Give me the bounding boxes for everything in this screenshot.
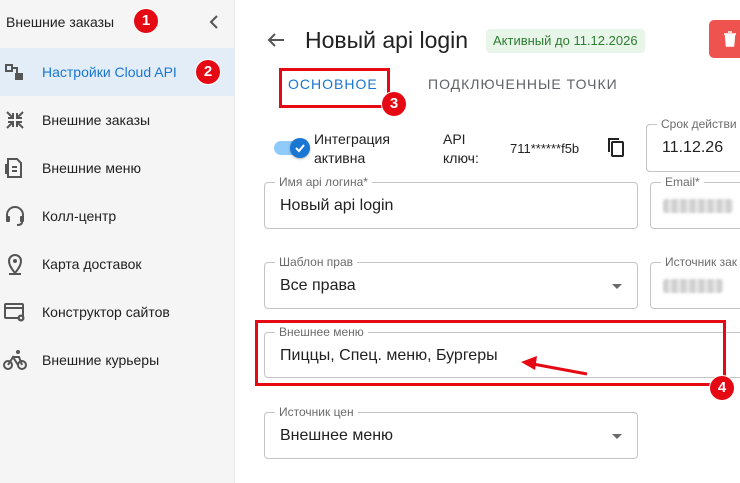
bicycle-courier-icon (3, 348, 27, 372)
external-menu-icon (3, 156, 27, 180)
price-source-label: Источник цен (275, 405, 358, 419)
toggle-thumb (290, 138, 310, 158)
annotation-badge-2: 2 (196, 60, 220, 84)
chevron-down-icon (612, 284, 622, 289)
price-source-value: Внешнее меню (280, 427, 394, 444)
annotation-badge-3: 3 (382, 92, 406, 116)
login-name-field[interactable]: Имя api логина* Новый api login (264, 175, 638, 229)
sidebar-item-label: Колл-центр (42, 208, 117, 224)
api-key-label: API ключ: (443, 131, 479, 166)
email-value-redacted (663, 199, 733, 213)
price-source-select[interactable]: Источник цен Внешнее меню (264, 405, 638, 459)
sidebar-title: Внешние заказы (6, 14, 115, 30)
login-name-label: Имя api логина* (275, 175, 372, 189)
integration-toggle[interactable] (274, 138, 310, 158)
status-badge: Активный до 11.12.2026 (486, 29, 645, 53)
check-icon (295, 144, 305, 153)
chevron-down-icon (612, 434, 622, 439)
annotation-arrow-icon (521, 356, 588, 376)
delete-button[interactable] (709, 20, 740, 58)
back-arrow-icon[interactable] (264, 28, 288, 52)
site-builder-icon (3, 300, 27, 324)
cloud-api-settings-icon (3, 60, 27, 84)
order-source-field[interactable]: Источник зак (650, 255, 740, 309)
annotation-badge-1: 1 (134, 9, 158, 33)
sidebar-item-external-orders[interactable]: Внешние заказы (0, 96, 235, 144)
page-title: Новый api login (305, 27, 469, 53)
annotation-highlight-tab (279, 68, 390, 108)
order-source-label: Источник зак (661, 255, 740, 269)
rights-template-label: Шаблон прав (275, 255, 357, 269)
email-label: Email* (661, 175, 704, 189)
trash-icon (724, 31, 736, 47)
annotation-highlight-external-menu (255, 320, 726, 386)
api-key-value: 711******f5b (510, 141, 580, 156)
map-pin-icon (3, 252, 27, 276)
sidebar-item-external-couriers[interactable]: Внешние курьеры (0, 336, 235, 384)
sidebar-item-external-menu[interactable]: Внешние меню (0, 144, 235, 192)
login-name-value: Новый api login (280, 197, 394, 214)
sidebar-item-delivery-map[interactable]: Карта доставок (0, 240, 235, 288)
rights-template-value: Все права (280, 277, 356, 294)
collapse-chevron-icon[interactable] (206, 13, 222, 31)
expiry-label: Срок действи (657, 117, 740, 131)
expiry-field[interactable]: Срок действи 11.12.26 (646, 117, 740, 172)
tab-connected-points[interactable]: Подключенные точки (428, 76, 618, 106)
rights-template-select[interactable]: Шаблон прав Все права (264, 255, 638, 309)
expiry-value: 11.12.26 (662, 139, 724, 156)
sidebar-item-label: Внешние заказы (42, 112, 151, 128)
annotation-badge-4: 4 (710, 376, 734, 400)
sidebar-item-call-center[interactable]: Колл-центр (0, 192, 235, 240)
sidebar-item-label: Настройки Cloud API (42, 64, 177, 80)
sidebar-item-label: Внешние курьеры (42, 352, 160, 368)
external-orders-icon (3, 108, 27, 132)
sidebar-item-label: Внешние меню (42, 160, 141, 176)
sidebar-item-label: Конструктор сайтов (42, 304, 170, 320)
sidebar-header: Внешние заказы (0, 0, 235, 46)
headset-icon (3, 204, 27, 228)
order-source-value-redacted (663, 279, 723, 293)
sidebar-item-label: Карта доставок (42, 256, 142, 272)
email-field[interactable]: Email* (650, 175, 740, 229)
copy-icon[interactable] (604, 135, 628, 159)
integration-label: Интеграция активна (314, 131, 390, 166)
sidebar-item-site-builder[interactable]: Конструктор сайтов (0, 288, 235, 336)
